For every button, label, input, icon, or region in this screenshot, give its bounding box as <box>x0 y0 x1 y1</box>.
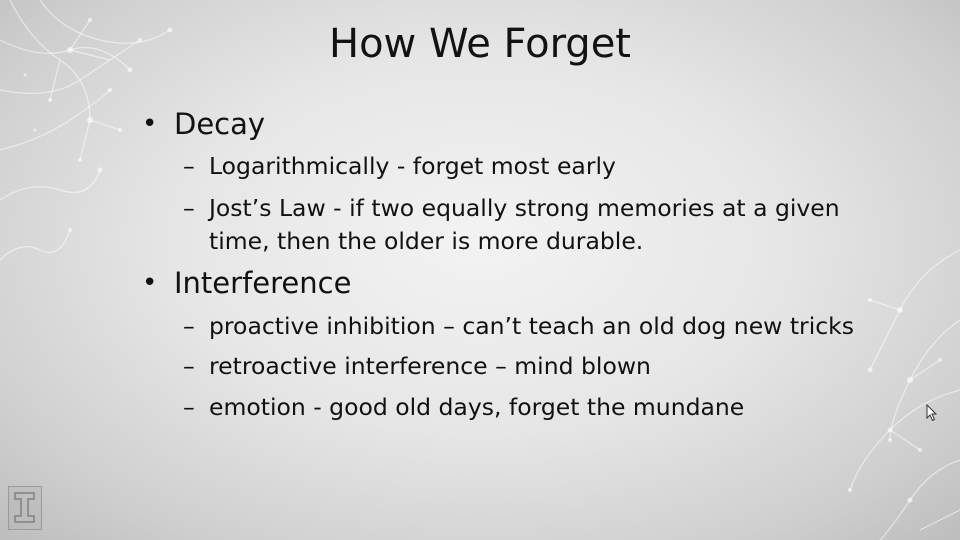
bullet-heading: Decay <box>174 107 266 141</box>
sub-item: – emotion - good old days, forget the mu… <box>183 391 745 424</box>
bullet-decay: • Decay <box>142 106 266 142</box>
sub-item: – retroactive interference – mind blown <box>183 350 651 383</box>
bullet-interference: • Interference <box>142 265 352 301</box>
sub-item: – Logarithmically - forget most early <box>183 150 616 183</box>
sub-item-text: Logarithmically - forget most early <box>209 152 616 180</box>
slide-body: • Decay – Logarithmically - forget most … <box>0 0 960 540</box>
dash-icon: – <box>183 194 195 222</box>
block-i-logo-icon <box>8 486 42 530</box>
sub-item-text: retroactive interference – mind blown <box>209 352 651 380</box>
sub-item-text: emotion - good old days, forget the mund… <box>209 393 745 421</box>
bullet-point-icon: • <box>142 268 158 298</box>
dash-icon: – <box>183 393 195 421</box>
sub-item-text: Jost’s Law - if two equally strong memor… <box>209 194 840 255</box>
dash-icon: – <box>183 352 195 380</box>
bullet-point-icon: • <box>142 109 158 139</box>
bullet-heading: Interference <box>174 266 352 300</box>
dash-icon: – <box>183 152 195 180</box>
dash-icon: – <box>183 312 195 340</box>
sub-item: – proactive inhibition – can’t teach an … <box>183 310 855 343</box>
sub-item: – Jost’s Law - if two equally strong mem… <box>183 192 889 258</box>
mouse-pointer-icon <box>926 404 938 422</box>
sub-item-text: proactive inhibition – can’t teach an ol… <box>209 312 855 340</box>
